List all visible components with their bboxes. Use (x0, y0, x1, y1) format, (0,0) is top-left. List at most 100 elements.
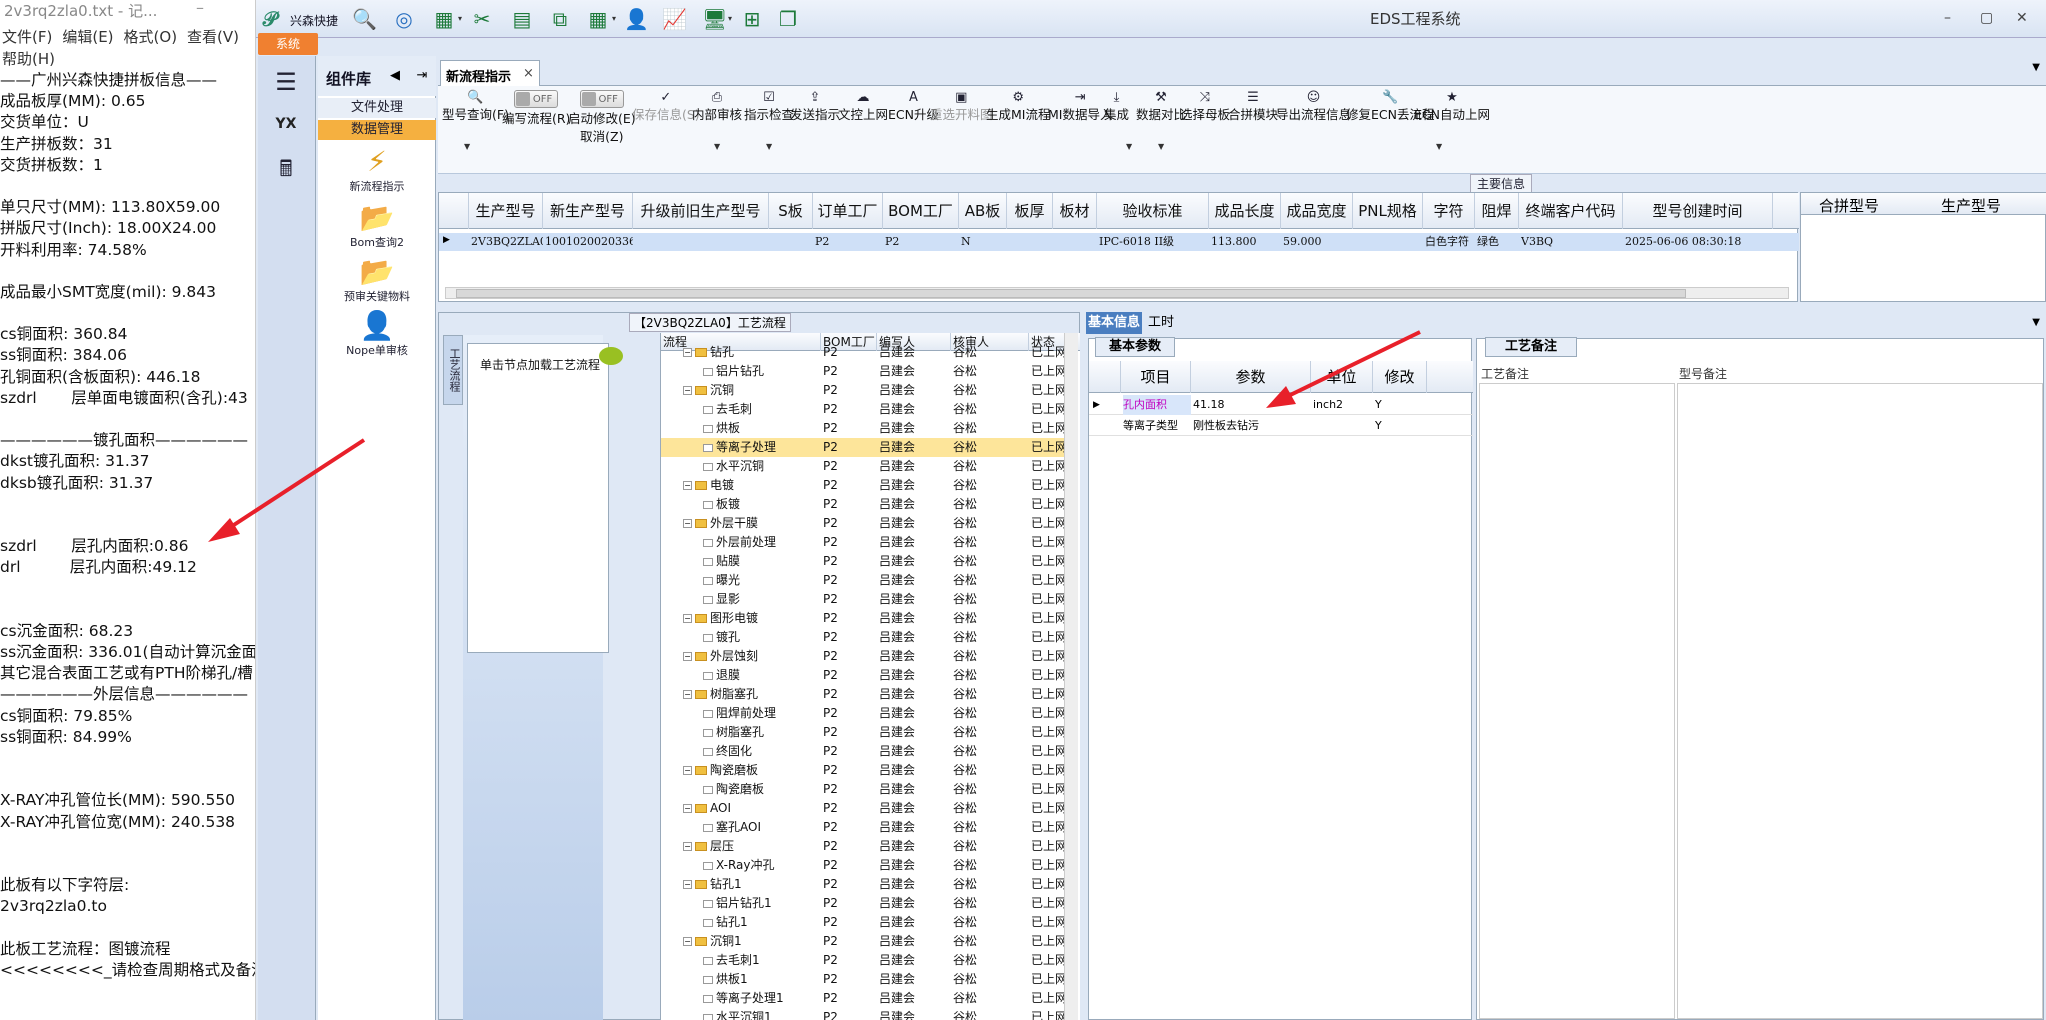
splitter[interactable] (438, 303, 2046, 311)
toolbar-button-9[interactable]: ▣ 重选开料图 (930, 90, 993, 124)
column-header[interactable]: 板厚 (1007, 193, 1053, 229)
toolbar-button-14[interactable]: ⤨ 选择母板 (1180, 90, 1230, 124)
tree-node[interactable]: 退膜 (703, 666, 740, 685)
tree-row[interactable]: − 图形电镀 P2 吕建会 谷松 已上网 (661, 609, 1065, 628)
tree-row[interactable]: 烘板 P2 吕建会 谷松 已上网 (661, 419, 1065, 438)
collapse-icon[interactable]: − (683, 614, 692, 623)
param-value[interactable]: 41.18 (1193, 395, 1225, 415)
tree-node[interactable]: − 外层蚀刻 (683, 647, 758, 666)
tree-row[interactable]: 钻孔1 P2 吕建会 谷松 已上网 (661, 913, 1065, 932)
tree-node[interactable]: 塞孔AOI (703, 818, 761, 837)
collapse-icon[interactable]: − (683, 804, 692, 813)
column-header[interactable]: 成品宽度 (1281, 193, 1353, 229)
column-header[interactable]: 验收标准 (1097, 193, 1209, 229)
collapse-icon[interactable]: − (683, 842, 692, 851)
chevron-down-icon[interactable]: ▼ (2032, 62, 2040, 73)
tree-row[interactable]: 水平沉铜 P2 吕建会 谷松 已上网 (661, 457, 1065, 476)
toolbar-button-4[interactable]: ⎙ 内部审核 (692, 90, 742, 124)
collapse-icon[interactable]: − (683, 519, 692, 528)
tree-node[interactable]: 终固化 (703, 742, 752, 761)
column-header[interactable]: 板材 (1053, 193, 1097, 229)
tree-node[interactable]: − 沉铜1 (683, 932, 742, 951)
table-cell[interactable]: 113.800 (1211, 233, 1281, 251)
close-button[interactable]: ✕ (2016, 10, 2028, 26)
tree-row[interactable]: − 陶瓷磨板 P2 吕建会 谷松 已上网 (661, 761, 1065, 780)
toolbar-button-13[interactable]: ⚒ 数据对比 (1136, 90, 1186, 124)
calculator-icon[interactable]: 🖩 (266, 152, 306, 188)
minimize-button[interactable]: – (1944, 10, 1951, 26)
toolbar-button-0[interactable]: 🔍 型号查询(F) (442, 90, 509, 124)
process-hint-box[interactable]: 单击节点加载工艺流程 (467, 343, 609, 653)
tree-row[interactable]: 陶瓷磨板 P2 吕建会 谷松 已上网 (661, 780, 1065, 799)
tree-row[interactable]: − 电镀 P2 吕建会 谷松 已上网 (661, 476, 1065, 495)
complib-item-bom[interactable]: 📂 Bom查询2 (318, 202, 436, 250)
column-header[interactable]: 阻焊 (1475, 193, 1519, 229)
tree-row[interactable]: X-Ray冲孔 P2 吕建会 谷松 已上网 (661, 856, 1065, 875)
complib-row-file[interactable]: 文件处理 (318, 98, 436, 118)
tree-node[interactable]: − 层压 (683, 837, 734, 856)
tree-row[interactable]: 贴膜 P2 吕建会 谷松 已上网 (661, 552, 1065, 571)
tree-row[interactable]: − 沉铜1 P2 吕建会 谷松 已上网 (661, 932, 1065, 951)
toggle-switch[interactable]: OFF (502, 90, 570, 110)
process-memo-textarea[interactable] (1479, 383, 1675, 1019)
tree-node[interactable]: 水平沉铜 (703, 457, 764, 476)
scrollbar-thumb[interactable] (456, 289, 1686, 298)
tree-row[interactable]: 显影 P2 吕建会 谷松 已上网 (661, 590, 1065, 609)
complib-item-prereview[interactable]: 📂 预审关键物料 (318, 256, 436, 304)
tab-new-process[interactable]: 新流程指示 × (440, 60, 540, 86)
tree-row[interactable]: 等离子处理1 P2 吕建会 谷松 已上网 (661, 989, 1065, 1008)
table-dropdown-icon[interactable]: ▾ (458, 14, 462, 23)
close-icon[interactable]: × (523, 66, 534, 81)
param-item[interactable]: 等离子类型 (1123, 416, 1178, 436)
table-row[interactable]: 等离子类型 刚性板去钻污 Y (1089, 416, 1473, 436)
tree-node[interactable]: − 钻孔 (683, 343, 734, 362)
table-cell[interactable]: P2 (815, 233, 883, 251)
table-cell[interactable]: 2V3BQ2ZLA0 (471, 233, 543, 251)
film-icon[interactable]: ▤ (510, 7, 534, 31)
table-cell[interactable]: V3BQ (1521, 233, 1623, 251)
column-header[interactable]: 升级前旧生产型号 (633, 193, 769, 229)
toolbar-button-5[interactable]: ☑ 指示检查 (744, 90, 794, 124)
collapse-icon[interactable]: − (683, 766, 692, 775)
tree-row[interactable]: 阻焊前处理 P2 吕建会 谷松 已上网 (661, 704, 1065, 723)
complib-item-new-process[interactable]: ⚡ 新流程指示 (318, 146, 436, 194)
column-header[interactable]: 项目 (1121, 361, 1191, 393)
table-cell[interactable]: IPC-6018 II级 (1099, 233, 1209, 251)
dropdown-arrow-icon[interactable]: ▼ (464, 142, 470, 151)
toolbar-button-7[interactable]: ☁ 文控上网 (838, 90, 888, 124)
grid-icon[interactable]: ▦ (586, 7, 610, 31)
tree-row[interactable]: 铝片钻孔1 P2 吕建会 谷松 已上网 (661, 894, 1065, 913)
menu-icon[interactable]: ☰ (266, 64, 306, 100)
column-header[interactable]: AB板 (959, 193, 1007, 229)
tree-node[interactable]: 等离子处理 (703, 438, 776, 457)
tree-row[interactable]: 等离子处理 P2 吕建会 谷松 已上网 (661, 438, 1065, 457)
lifebuoy-icon[interactable]: ◎ (392, 7, 416, 31)
tree-node[interactable]: 外层前处理 (703, 533, 776, 552)
tree-row[interactable]: − 钻孔1 P2 吕建会 谷松 已上网 (661, 875, 1065, 894)
menu-item[interactable]: 帮助(H) (2, 48, 55, 70)
dropdown-arrow-icon[interactable]: ▼ (766, 142, 772, 151)
collapse-icon[interactable]: − (683, 348, 692, 357)
toolbar-button-6[interactable]: ⇪ 发送指示 (790, 90, 840, 124)
tree-row[interactable]: 去毛刺1 P2 吕建会 谷松 已上网 (661, 951, 1065, 970)
tree-node[interactable]: − 电镀 (683, 476, 734, 495)
tree-row[interactable]: 塞孔AOI P2 吕建会 谷松 已上网 (661, 818, 1065, 837)
vertical-scrollbar[interactable] (1064, 333, 1078, 1020)
column-header[interactable]: 新生产型号 (543, 193, 633, 229)
tree-node[interactable]: 烘板 (703, 419, 740, 438)
monitor-icon[interactable]: 🖥 (702, 7, 727, 31)
tree-node[interactable]: 钻孔1 (703, 913, 748, 932)
tab-worktime[interactable]: 工时 (1148, 312, 1174, 334)
column-header[interactable]: 终端客户代码 (1519, 193, 1623, 229)
column-header[interactable]: 型号创建时间 (1623, 193, 1773, 229)
complib-item-nope[interactable]: 👤 Nope单审核 (318, 310, 436, 358)
tree-row[interactable]: 终固化 P2 吕建会 谷松 已上网 (661, 742, 1065, 761)
tree-row[interactable]: 板镀 P2 吕建会 谷松 已上网 (661, 495, 1065, 514)
model-memo-textarea[interactable] (1677, 383, 2043, 1019)
menu-item[interactable]: 查看(V) (187, 26, 239, 48)
tree-node[interactable]: X-Ray冲孔 (703, 856, 774, 875)
table-icon[interactable]: ▦ (432, 7, 456, 31)
process-side-tab[interactable]: 工艺流程 (443, 335, 463, 405)
table-cell[interactable]: 绿色 (1477, 233, 1519, 251)
toolbar-sublabel[interactable]: 取消(Z) (568, 128, 636, 146)
